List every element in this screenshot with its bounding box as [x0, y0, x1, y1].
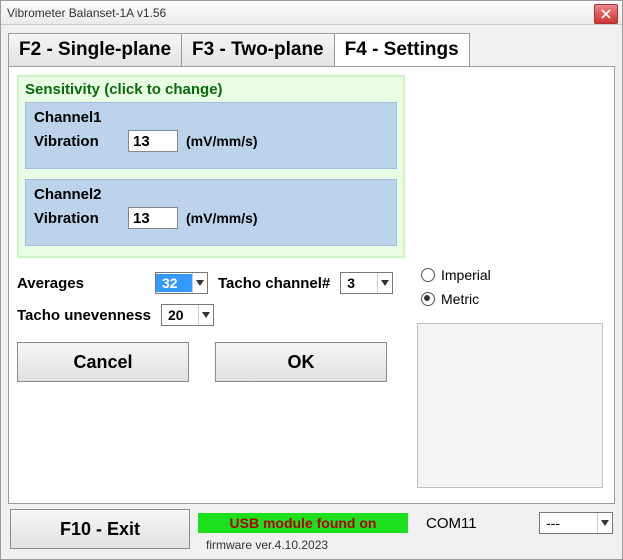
titlebar: Vibrometer Balanset-1A v1.56	[1, 1, 622, 25]
channel2-unit: (mV/mm/s)	[186, 210, 258, 226]
sensitivity-legend: Sensitivity (click to change)	[25, 81, 397, 98]
radio-icon	[421, 292, 435, 306]
channel1-box: Channel1 Vibration (mV/mm/s)	[25, 102, 397, 169]
cancel-button[interactable]: Cancel	[17, 342, 189, 382]
chevron-down-icon	[192, 273, 207, 293]
averages-label: Averages	[17, 275, 145, 292]
metric-label: Metric	[441, 291, 479, 307]
tacho-unevenness-value: 20	[162, 306, 198, 324]
settings-rows: Averages 32 Tacho channel# 3	[17, 272, 606, 326]
averages-combo[interactable]: 32	[155, 272, 208, 294]
close-icon	[601, 9, 611, 19]
tab-two-plane[interactable]: F3 - Two-plane	[182, 33, 335, 66]
port-combo[interactable]: ---	[539, 512, 613, 534]
channel2-vibration-input[interactable]	[128, 207, 178, 229]
channel1-vibration-input[interactable]	[128, 130, 178, 152]
settings-panel: Sensitivity (click to change) Channel1 V…	[8, 66, 615, 504]
tab-single-plane[interactable]: F2 - Single-plane	[8, 33, 182, 66]
imperial-label: Imperial	[441, 267, 491, 283]
status-bar: F10 - Exit USB module found on COM11 ---…	[10, 508, 613, 550]
channel2-box: Channel2 Vibration (mV/mm/s)	[25, 179, 397, 246]
chevron-down-icon	[597, 513, 612, 533]
client-area: F2 - Single-plane F3 - Two-plane F4 - Se…	[2, 26, 621, 558]
close-button[interactable]	[594, 4, 618, 24]
com-port-label: COM11	[426, 515, 477, 532]
tab-strip: F2 - Single-plane F3 - Two-plane F4 - Se…	[8, 32, 470, 66]
port-value: ---	[540, 514, 597, 532]
radio-imperial[interactable]: Imperial	[421, 267, 491, 283]
ok-button[interactable]: OK	[215, 342, 387, 382]
firmware-version: firmware ver.4.10.2023	[206, 538, 328, 552]
preview-box	[417, 323, 603, 488]
chevron-down-icon	[377, 273, 392, 293]
tacho-unevenness-combo[interactable]: 20	[161, 304, 214, 326]
channel1-title: Channel1	[34, 109, 388, 126]
tab-settings[interactable]: F4 - Settings	[335, 33, 470, 66]
channel2-title: Channel2	[34, 186, 388, 203]
chevron-down-icon	[198, 305, 213, 325]
channel2-vibration-label: Vibration	[34, 210, 120, 227]
channel1-vibration-label: Vibration	[34, 133, 120, 150]
tacho-channel-label: Tacho channel#	[218, 275, 330, 292]
tacho-unevenness-label: Tacho unevenness	[17, 307, 151, 324]
usb-status: USB module found on	[198, 513, 408, 533]
channel1-unit: (mV/mm/s)	[186, 133, 258, 149]
window-title: Vibrometer Balanset-1A v1.56	[7, 6, 166, 20]
averages-value: 32	[156, 274, 192, 292]
app-window: Vibrometer Balanset-1A v1.56 F2 - Single…	[0, 0, 623, 560]
exit-button[interactable]: F10 - Exit	[10, 509, 190, 549]
sensitivity-group[interactable]: Sensitivity (click to change) Channel1 V…	[17, 75, 405, 258]
tacho-channel-value: 3	[341, 274, 377, 292]
radio-metric[interactable]: Metric	[421, 291, 491, 307]
units-group: Imperial Metric	[421, 267, 491, 315]
tacho-channel-combo[interactable]: 3	[340, 272, 393, 294]
radio-icon	[421, 268, 435, 282]
